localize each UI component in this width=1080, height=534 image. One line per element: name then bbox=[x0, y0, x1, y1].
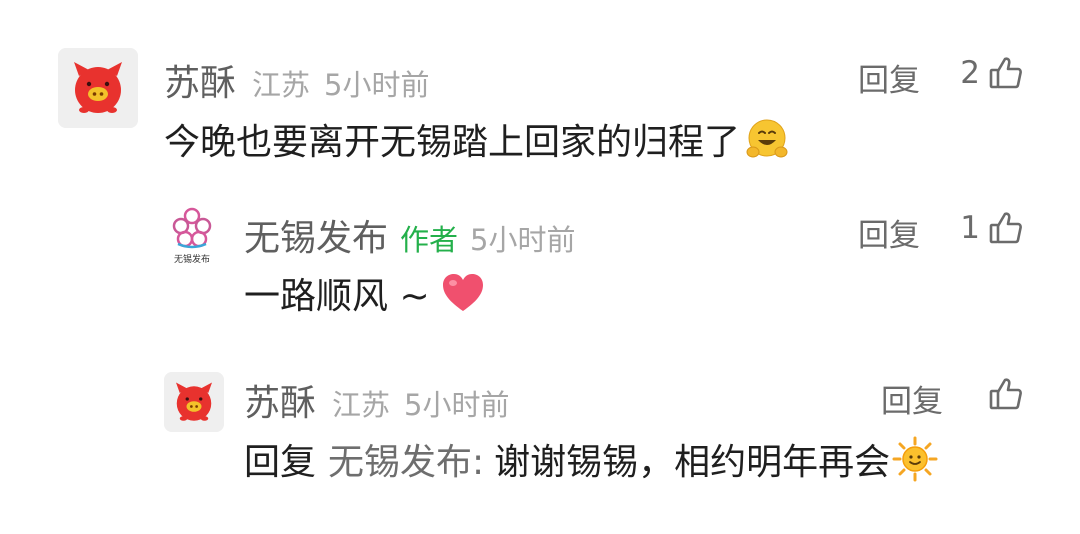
comment-header: 苏酥 江苏 5小时前 bbox=[244, 374, 509, 426]
comment-header: 苏酥 江苏 5小时前 bbox=[164, 54, 429, 106]
timestamp: 5小时前 bbox=[470, 223, 576, 257]
comment-text: 一路顺风 ~ bbox=[244, 270, 486, 317]
hugging-face-icon bbox=[744, 116, 790, 162]
avatar-caption: 无锡发布 bbox=[173, 255, 210, 265]
red-heart-icon bbox=[440, 270, 486, 316]
thumbs-up-icon[interactable] bbox=[988, 55, 1024, 91]
thumbs-up-icon[interactable] bbox=[988, 376, 1024, 412]
reply-prefix: 回复 bbox=[244, 442, 317, 483]
reply-button[interactable]: 回复 bbox=[858, 210, 920, 255]
red-pig-icon bbox=[58, 48, 138, 128]
timestamp: 5小时前 bbox=[404, 388, 510, 422]
sun-icon bbox=[892, 436, 938, 482]
like-count: 2 bbox=[960, 55, 980, 91]
comment-text: 回复 无锡发布: 谢谢锡锡，相约明年再会 bbox=[244, 433, 938, 485]
username[interactable]: 苏酥 bbox=[244, 374, 316, 426]
red-pig-icon bbox=[164, 372, 224, 432]
comment-header: 无锡发布 作者 5小时前 bbox=[244, 209, 575, 261]
comment-body: 今晚也要离开无锡踏上回家的归程了 bbox=[164, 122, 741, 163]
comment-text: 今晚也要离开无锡踏上回家的归程了 bbox=[164, 116, 790, 163]
location: 江苏 bbox=[252, 68, 311, 102]
location: 江苏 bbox=[332, 388, 391, 422]
reply-target-link[interactable]: 无锡发布: bbox=[328, 433, 484, 485]
reply-button[interactable]: 回复 bbox=[881, 376, 943, 421]
like-count: 1 bbox=[960, 210, 980, 246]
comment-body: 谢谢锡锡，相约明年再会 bbox=[494, 442, 891, 483]
comment-body: 一路顺风 ~ bbox=[244, 276, 430, 317]
thumbs-up-icon[interactable] bbox=[988, 210, 1024, 246]
timestamp: 5小时前 bbox=[324, 68, 430, 102]
avatar[interactable] bbox=[58, 48, 138, 128]
avatar[interactable] bbox=[164, 372, 224, 432]
avatar[interactable]: 无锡发布 bbox=[164, 204, 220, 266]
author-badge: 作者 bbox=[400, 223, 459, 257]
username[interactable]: 苏酥 bbox=[164, 54, 236, 106]
reply-button[interactable]: 回复 bbox=[858, 55, 920, 100]
username[interactable]: 无锡发布 bbox=[244, 209, 388, 261]
